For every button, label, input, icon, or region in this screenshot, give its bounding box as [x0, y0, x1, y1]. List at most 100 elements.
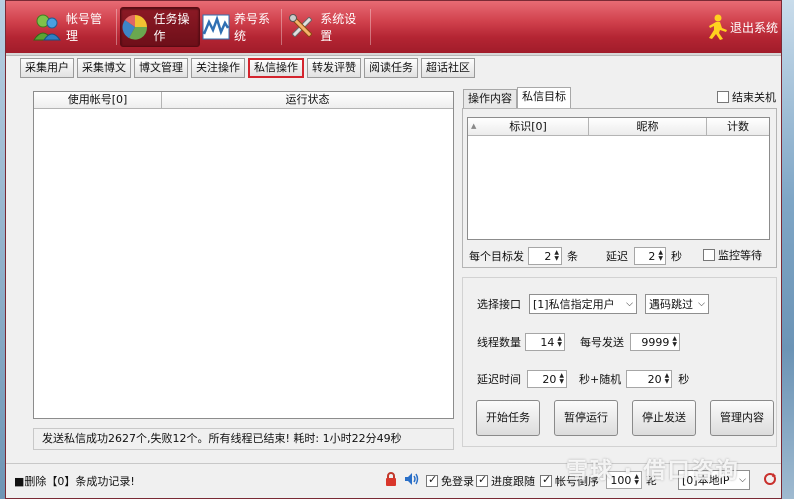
monitor-wait-checkbox[interactable]: 监控等待	[703, 247, 762, 263]
lock-icon[interactable]	[385, 472, 397, 486]
per-account-stepper[interactable]: 9999 ▲ ▼	[630, 333, 680, 351]
delay-stepper[interactable]: 2 ▲ ▼	[634, 247, 666, 265]
spin-arrows-icon[interactable]: ▲ ▼	[634, 474, 639, 486]
per-target-stepper[interactable]: 2 ▲ ▼	[528, 247, 562, 265]
ip-select-box[interactable]: [0]本地IP ⌵	[678, 470, 750, 490]
target-panel: ▲ 标识[0] 昵称 计数 每个目标发 2 ▲ ▼ 条 延迟 2 ▲ ▼ 秒 监…	[462, 108, 777, 268]
captcha-select[interactable]: 遇码跳过 ⌵	[645, 294, 709, 314]
status-bar: ■删除【0】条成功记录! 免登录 进度跟随 帐号倒序	[6, 463, 781, 498]
delay-label: 延迟	[606, 250, 628, 263]
target-table[interactable]: ▲ 标识[0] 昵称 计数	[467, 117, 770, 240]
captcha-value: 遇码跳过	[649, 298, 693, 311]
private-message-button[interactable]: 私信操作	[248, 58, 304, 78]
tab-operation-content[interactable]: 操作内容	[463, 89, 517, 108]
pause-button[interactable]: 暂停运行	[554, 400, 618, 436]
spin-arrows-icon[interactable]: ▲ ▼	[672, 336, 677, 348]
checkbox-box[interactable]	[476, 473, 488, 487]
nav-label: 任务操作	[153, 12, 190, 43]
wave-chart-icon	[202, 12, 230, 42]
column-header-nickname[interactable]: 昵称	[589, 118, 707, 135]
per-account-row: 每号发送 9999 ▲ ▼	[580, 333, 680, 351]
nav-system-settings[interactable]: 系统设置	[287, 7, 367, 47]
delay-time-stepper[interactable]: 20 ▲ ▼	[527, 370, 567, 388]
repost-comment-like-button[interactable]: 转发评赞	[307, 58, 361, 78]
per-account-label: 每号发送	[580, 336, 624, 349]
monitor-wait-label: 监控等待	[718, 249, 762, 262]
delay-row: 延迟 2 ▲ ▼ 秒	[606, 247, 682, 265]
rounds-spin[interactable]: 100 ▲ ▼	[606, 471, 642, 489]
interface-label: 选择接口	[477, 298, 521, 311]
spin-arrows-icon[interactable]: ▲ ▼	[554, 250, 559, 262]
follow-operation-button[interactable]: 关注操作	[191, 58, 245, 78]
header-bar: 帐号管理 任务操作 养号系统 系统设置 退出系统	[6, 1, 781, 53]
chevron-down-icon: ⌵	[626, 299, 633, 309]
settings-panel: 选择接口 [1]私信指定用户 ⌵ 遇码跳过 ⌵ 线程数量 14 ▲ ▼ 每号发送 …	[462, 277, 777, 447]
tab-message-target[interactable]: 私信目标	[517, 87, 571, 108]
spin-arrows-icon[interactable]: ▲ ▼	[557, 336, 562, 348]
app-window: 帐号管理 任务操作 养号系统 系统设置 退出系统 采集用户 采集博文 博文管理 …	[5, 0, 782, 499]
delay-time-label: 延迟时间	[477, 373, 521, 386]
spin-arrows-icon[interactable]: ▲ ▼	[658, 250, 663, 262]
logout-label: 退出系统	[730, 20, 779, 35]
progress-follow-checkbox[interactable]: 进度跟随	[476, 473, 535, 489]
collect-users-button[interactable]: 采集用户	[20, 58, 74, 78]
read-task-button[interactable]: 阅读任务	[364, 58, 418, 78]
spin-arrows-icon[interactable]: ▲ ▼	[559, 373, 564, 385]
threads-value: 14	[540, 335, 555, 349]
threads-stepper[interactable]: 14 ▲ ▼	[525, 333, 565, 351]
rounds-stepper[interactable]: 100 ▲ ▼ 轮	[606, 471, 657, 489]
threads-row: 线程数量 14 ▲ ▼	[477, 333, 565, 351]
account-status-table[interactable]: 使用帐号[0] 运行状态	[33, 91, 454, 419]
no-login-label: 免登录	[441, 475, 474, 488]
collect-posts-button[interactable]: 采集博文	[77, 58, 131, 78]
checkbox-box[interactable]	[717, 91, 729, 103]
checkbox-box[interactable]	[426, 473, 438, 487]
refresh-icon[interactable]	[763, 472, 777, 486]
shutdown-label: 结束关机	[732, 91, 776, 104]
per-target-label: 每个目标发	[469, 250, 524, 263]
spin-arrows-icon[interactable]: ▲ ▼	[665, 373, 670, 385]
nav-account-management[interactable]: 帐号管理	[32, 7, 112, 47]
nav-task-operation[interactable]: 任务操作	[120, 7, 200, 47]
nav-separator	[370, 9, 371, 45]
stop-sending-button[interactable]: 停止发送	[632, 400, 696, 436]
threads-label: 线程数量	[477, 336, 521, 349]
rounds-unit: 轮	[646, 474, 657, 487]
column-header-count[interactable]: 计数	[707, 118, 769, 135]
manage-content-button[interactable]: 管理内容	[710, 400, 774, 436]
reverse-order-checkbox[interactable]: 帐号倒序	[540, 473, 599, 489]
shutdown-checkbox[interactable]: 结束关机	[717, 89, 776, 105]
column-header-account[interactable]: 使用帐号[0]	[34, 92, 162, 108]
pie-chart-icon	[121, 12, 149, 42]
interface-select[interactable]: [1]私信指定用户 ⌵	[529, 294, 637, 314]
rounds-value: 100	[610, 473, 632, 487]
progress-follow-label: 进度跟随	[491, 475, 535, 488]
interface-row: 选择接口 [1]私信指定用户 ⌵ 遇码跳过 ⌵	[477, 294, 709, 314]
super-topic-button[interactable]: 超话社区	[421, 58, 475, 78]
checkbox-box[interactable]	[703, 249, 715, 261]
delay-value: 2	[648, 249, 656, 263]
per-target-unit: 条	[567, 250, 578, 263]
speaker-icon[interactable]	[404, 472, 420, 486]
checkbox-box[interactable]	[540, 473, 552, 487]
table-header: ▲ 标识[0] 昵称 计数	[468, 118, 769, 136]
column-header-id[interactable]: ▲ 标识[0]	[468, 118, 589, 135]
post-management-button[interactable]: 博文管理	[134, 58, 188, 78]
random-label: 秒+随机	[579, 373, 622, 386]
nav-account-nurturing[interactable]: 养号系统	[202, 7, 278, 47]
sort-up-icon: ▲	[471, 122, 477, 130]
column-header-status[interactable]: 运行状态	[162, 92, 453, 108]
random-delay-stepper[interactable]: 20 ▲ ▼	[626, 370, 673, 388]
delay-time-unit: 秒	[678, 373, 690, 386]
function-toolbar: 采集用户 采集博文 博文管理 关注操作 私信操作 转发评赞 阅读任务 超话社区	[20, 58, 475, 78]
start-task-button[interactable]: 开始任务	[476, 400, 540, 436]
logout-button[interactable]: 退出系统	[706, 7, 778, 47]
chevron-down-icon: ⌵	[698, 299, 705, 309]
header-divider	[6, 53, 781, 56]
ip-select[interactable]: [0]本地IP ⌵	[678, 470, 750, 490]
random-delay-value: 20	[647, 372, 662, 386]
column-header-id-label: 标识[0]	[509, 120, 547, 133]
nav-label: 养号系统	[234, 12, 271, 43]
reverse-order-label: 帐号倒序	[555, 475, 599, 488]
no-login-checkbox[interactable]: 免登录	[426, 473, 474, 489]
